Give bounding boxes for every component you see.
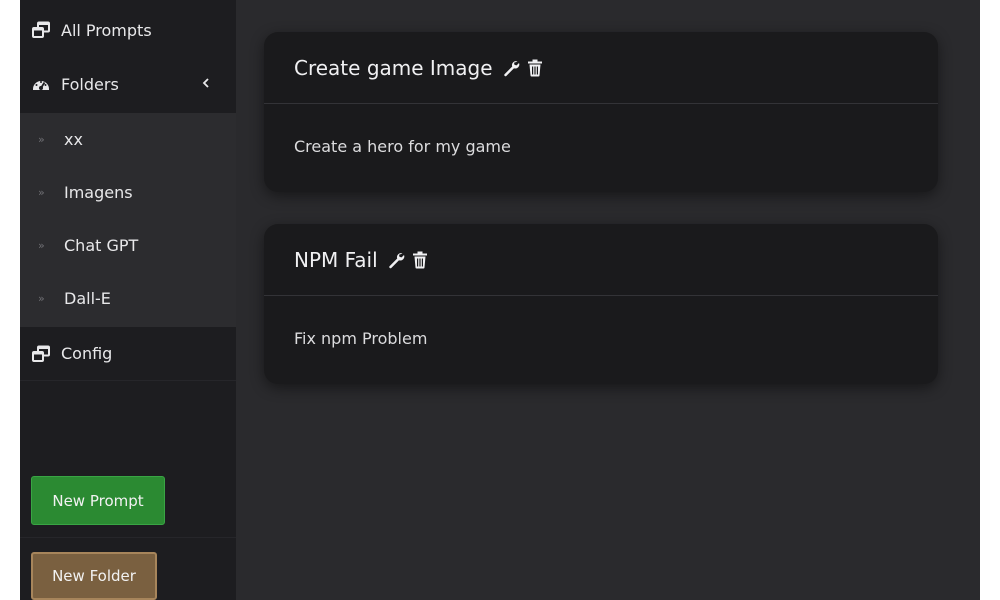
prompt-manager-app: All Prompts Folders » xx » Imagens » Cha… xyxy=(20,0,980,600)
windows-icon xyxy=(31,344,51,364)
prompt-card-header: NPM Fail xyxy=(264,224,938,296)
double-chevron-right-icon: » xyxy=(38,292,45,305)
sidebar-item-all-prompts[interactable]: All Prompts xyxy=(20,3,236,57)
folder-list: » xx » Imagens » Chat GPT » Dall-E xyxy=(20,113,236,327)
sidebar-item-folders[interactable]: Folders xyxy=(20,57,236,111)
double-chevron-right-icon: » xyxy=(38,186,45,199)
folder-item-label: Imagens xyxy=(64,183,133,202)
folder-item-chat-gpt[interactable]: » Chat GPT xyxy=(20,219,236,272)
prompt-text: Create a hero for my game xyxy=(294,137,511,156)
dashboard-gauge-icon xyxy=(31,74,51,94)
prompt-card: Create game Image Create a hero for my g… xyxy=(264,32,938,192)
prompt-text: Fix npm Problem xyxy=(294,329,428,348)
new-prompt-button[interactable]: New Prompt xyxy=(31,476,165,525)
chevron-left-icon[interactable] xyxy=(196,73,216,93)
prompt-title: Create game Image xyxy=(294,55,493,80)
new-folder-button[interactable]: New Folder xyxy=(31,552,157,600)
folder-item-xx[interactable]: » xx xyxy=(20,113,236,166)
windows-icon xyxy=(31,20,51,40)
sidebar-item-label: Config xyxy=(61,344,113,363)
sidebar-item-label: Folders xyxy=(61,74,119,94)
prompt-title: NPM Fail xyxy=(294,247,378,272)
wrench-icon[interactable] xyxy=(386,250,406,270)
wrench-icon[interactable] xyxy=(501,58,521,78)
sidebar: All Prompts Folders » xx » Imagens » Cha… xyxy=(20,0,236,600)
sidebar-divider xyxy=(20,537,236,538)
sidebar-item-label: All Prompts xyxy=(61,20,152,40)
folder-item-imagens[interactable]: » Imagens xyxy=(20,166,236,219)
folder-item-label: xx xyxy=(64,130,83,149)
double-chevron-right-icon: » xyxy=(38,239,45,252)
prompt-card-header: Create game Image xyxy=(264,32,938,104)
double-chevron-right-icon: » xyxy=(38,133,45,146)
prompt-actions xyxy=(501,58,545,78)
folder-item-label: Dall-E xyxy=(64,289,111,308)
folder-item-dall-e[interactable]: » Dall-E xyxy=(20,272,236,325)
prompt-card: NPM Fail Fix npm Problem xyxy=(264,224,938,384)
folder-item-label: Chat GPT xyxy=(64,236,139,255)
sidebar-item-config[interactable]: Config xyxy=(20,327,236,381)
trash-icon[interactable] xyxy=(410,250,430,270)
prompt-actions xyxy=(386,250,430,270)
trash-icon[interactable] xyxy=(525,58,545,78)
